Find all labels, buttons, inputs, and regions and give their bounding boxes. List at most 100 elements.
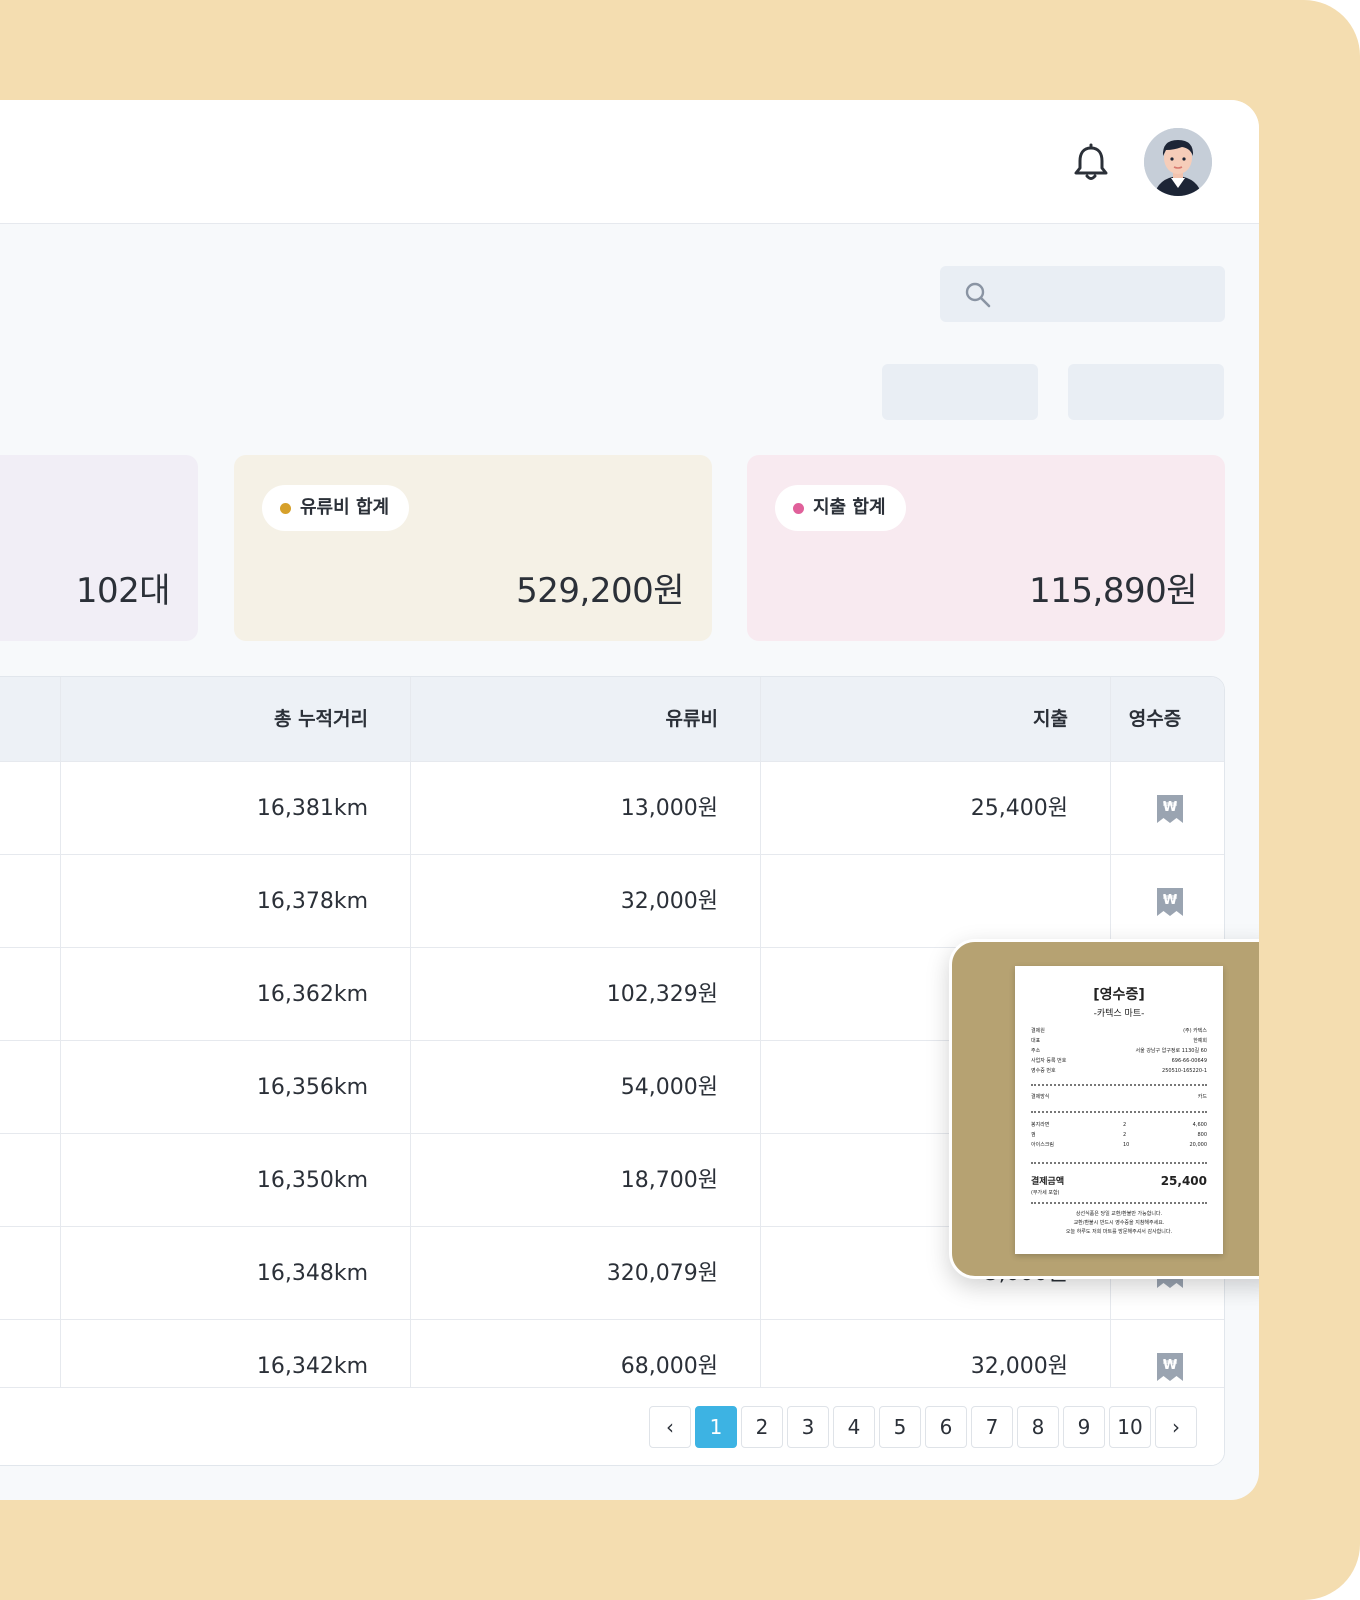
svg-text:₩: ₩ [1163,893,1178,908]
receipt-info-value: (주) 카텍스 [1183,1028,1207,1034]
receipt-preview-popup[interactable]: [영수증] -카텍스 마트- 결제원 (주) 카텍스대표 한예희주소 서울 강남구 압… [949,939,1259,1279]
filter-button[interactable] [882,364,1038,420]
table-row[interactable]: 16,378km 32,000원 ₩ [0,854,1224,948]
cell-fuel: 18,700원 [620,1168,718,1193]
status-dot [280,503,291,514]
column-header-receipt[interactable]: 영수증 [1111,677,1199,761]
receipt-icon[interactable]: ₩ [1157,795,1183,823]
receipt-divider [1031,1111,1207,1113]
column-header-distance[interactable]: 총 누적거리 [61,677,368,761]
cell-fuel: 102,329원 [606,982,718,1007]
page-button-1[interactable]: 1 [695,1406,737,1448]
receipt-info-value: 696-66-00649 [1171,1058,1207,1064]
cell-distance: 16,356km [256,1075,368,1100]
status-dot [793,503,804,514]
export-button[interactable] [1068,364,1224,420]
summary-card-value: 529,200원 [516,571,684,611]
receipt-paper: [영수증] -카텍스 마트- 결제원 (주) 카텍스대표 한예희주소 서울 강남구 압… [1015,966,1223,1254]
receipt-divider [1031,1202,1207,1204]
receipt-item-name: 봉지라면 [1031,1122,1050,1128]
receipt-info-line: 영수증 번호 250510-165220-1 [1031,1066,1207,1076]
receipt-info-line: 주소 서울 강남구 압구정로 1130길 60 [1031,1046,1207,1056]
receipt-title: [영수증] [1093,987,1145,1003]
receipt-info-value: 250510-165220-1 [1162,1068,1207,1074]
cell-distance: 16,362km [256,982,368,1007]
receipt-total: 결제금액 (부가세 포함) 25,400 [1031,1174,1207,1196]
cell-fuel: 13,000원 [620,796,718,821]
receipt-info-key: 결제원 [1031,1028,1045,1034]
receipt-item-qty: 2 [1123,1132,1127,1138]
summary-card-label: 유류비 합계 [300,497,390,518]
pagination: ‹ 1 2 3 4 5 6 7 8 9 10 › [0,1387,1224,1465]
receipt-info-key: 결제방식 [1031,1094,1050,1100]
svg-text:₩: ₩ [1163,800,1178,815]
cell-fuel: 54,000원 [620,1075,718,1100]
summary-card-fuel: 유류비 합계 529,200원 [234,455,712,641]
page-button-10[interactable]: 10 [1109,1406,1151,1448]
page-button-6[interactable]: 6 [925,1406,967,1448]
svg-text:₩: ₩ [1163,1358,1178,1373]
table-header: 총 누적거리 유류비 지출 영수증 [0,677,1224,761]
receipt-payment-method: 결제방식 카드 [1031,1092,1207,1102]
receipt-divider [1031,1162,1207,1164]
page-button-8[interactable]: 8 [1017,1406,1059,1448]
background-frame: 102대 유류비 합계 529,200원 지출 합계 115,890원 총 누적… [0,0,1360,1600]
receipt-info-line: 결제원 (주) 카텍스 [1031,1026,1207,1036]
page-button-9[interactable]: 9 [1063,1406,1105,1448]
receipt-icon[interactable]: ₩ [1157,888,1183,916]
receipt-item-qty: 2 [1123,1122,1127,1128]
search-icon [965,282,991,308]
cell-fuel: 320,079원 [606,1261,718,1286]
receipt-divider [1031,1084,1207,1086]
receipt-store-name: -카텍스 마트- [1093,1009,1145,1019]
cell-expense: 25,400원 [970,796,1068,821]
app-window: 102대 유류비 합계 529,200원 지출 합계 115,890원 총 누적… [0,100,1259,1500]
receipt-item-qty: 10 [1123,1142,1130,1148]
prev-page-button[interactable]: ‹ [649,1406,691,1448]
receipt-total-sub: (부가세 포함) [1031,1190,1060,1196]
column-header-expense[interactable]: 지출 [761,677,1068,761]
cell-distance: 16,350km [256,1168,368,1193]
page-button-5[interactable]: 5 [879,1406,921,1448]
bell-icon[interactable] [1072,143,1110,183]
cell-distance: 16,348km [256,1261,368,1286]
cell-distance: 16,378km [256,889,368,914]
column-header-fuel[interactable]: 유류비 [411,677,718,761]
table-row[interactable]: 16,381km 13,000원 25,400원 ₩ [0,761,1224,854]
receipt-info-key: 사업자 등록 번호 [1031,1058,1067,1064]
receipt-info-line: 사업자 등록 번호 696-66-00649 [1031,1056,1207,1066]
cell-expense [761,855,1068,948]
receipt-item-price: 20,000 [1189,1142,1208,1148]
summary-card-value: 115,890원 [1029,571,1197,611]
receipt-info-key: 대표 [1031,1038,1041,1044]
receipt-info-key: 주소 [1031,1048,1041,1054]
receipt-info-key: 영수증 번호 [1031,1068,1056,1074]
page-button-4[interactable]: 4 [833,1406,875,1448]
receipt-footer-line: 상선식품은 당일 교환/환불만 가능합니다. [1075,1211,1163,1217]
receipt-total-value: 25,400 [1160,1174,1207,1188]
summary-card-label-pill: 유류비 합계 [262,485,410,531]
summary-card-value: 102대 [75,571,171,611]
next-page-button[interactable]: › [1155,1406,1197,1448]
avatar[interactable] [1144,128,1212,196]
page-button-2[interactable]: 2 [741,1406,783,1448]
search-box[interactable] [940,266,1225,322]
page-button-7[interactable]: 7 [971,1406,1013,1448]
summary-card-label-pill: 지출 합계 [775,485,906,531]
receipt-footer-line: 교환/환불시 반드시 영수증을 지참해주세요. [1073,1220,1165,1226]
receipt-info-value: 카드 [1197,1094,1207,1100]
page-button-3[interactable]: 3 [787,1406,829,1448]
receipt-footer-line: 오늘 하루도 저희 마트를 방문해주셔서 감사합니다. [1065,1229,1173,1235]
receipt-info-value: 한예희 [1193,1038,1207,1044]
summary-card-vehicles: 102대 [0,455,198,641]
receipt-icon[interactable]: ₩ [1157,1353,1183,1381]
summary-card-label: 지출 합계 [813,497,886,518]
receipt-item-line: 껌 2 800 [1031,1130,1207,1140]
receipt-item-price: 4,600 [1192,1122,1207,1128]
receipt-item-name: 껌 [1031,1132,1036,1138]
receipt-item-line: 아이스크림 10 20,000 [1031,1140,1207,1150]
receipt-item-name: 아이스크림 [1031,1142,1055,1148]
receipt-info-value: 서울 강남구 압구정로 1130길 60 [1135,1048,1207,1054]
receipt-item-line: 봉지라면 2 4,600 [1031,1120,1207,1130]
top-bar [0,100,1259,224]
